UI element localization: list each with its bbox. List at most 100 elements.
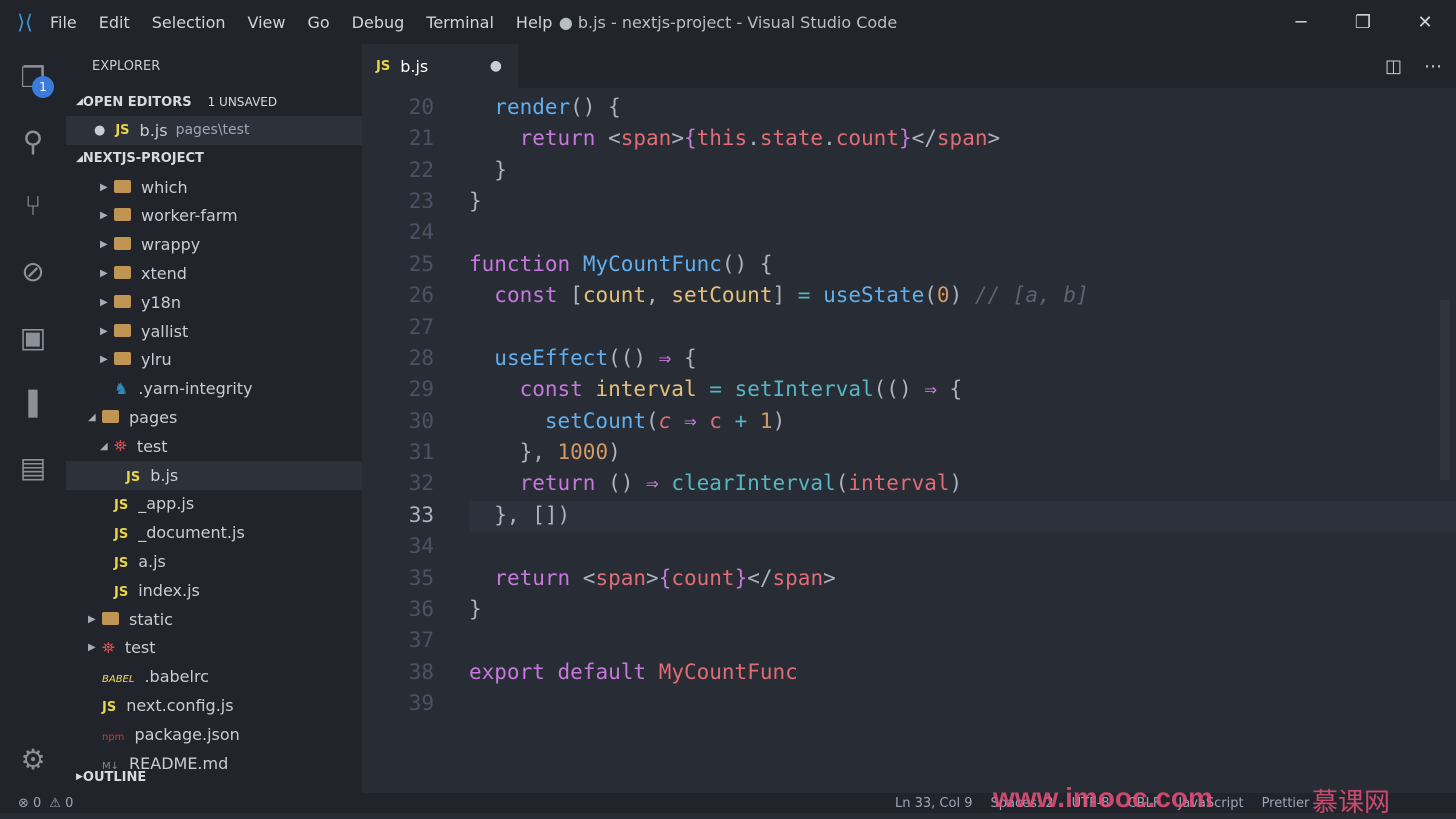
- code-token: render: [494, 95, 571, 119]
- tab-b-js[interactable]: JS b.js ●: [362, 44, 518, 88]
- tree-item[interactable]: ◢ ⛯ test: [66, 432, 362, 461]
- code-token: setCount: [544, 408, 647, 433]
- menu-edit[interactable]: Edit: [99, 13, 130, 32]
- errors-count[interactable]: ⊗ 0: [18, 796, 41, 811]
- code-token: }: [469, 157, 507, 182]
- split-editor-icon[interactable]: ◫: [1385, 56, 1402, 77]
- source-control-icon[interactable]: ⑂: [0, 180, 66, 230]
- tree-item[interactable]: ◢ pages: [66, 403, 362, 432]
- tree-item[interactable]: ▶ which: [66, 173, 362, 202]
- code-token: .: [823, 126, 836, 151]
- menu-file[interactable]: File: [50, 13, 77, 32]
- unsaved-dot-icon[interactable]: ●: [490, 58, 502, 74]
- tree-item-label: a.js: [138, 552, 166, 572]
- tree-item[interactable]: JS _app.js: [66, 490, 362, 519]
- js-file-icon: JS: [114, 556, 129, 572]
- formatter[interactable]: Prettier: [1262, 796, 1310, 811]
- tree-item[interactable]: BABEL .babelrc: [66, 662, 362, 691]
- menu-go[interactable]: Go: [307, 13, 329, 32]
- tree-item[interactable]: JS index.js: [66, 576, 362, 605]
- code-token: </: [747, 565, 773, 590]
- code-token: 1000: [557, 440, 609, 465]
- gear-icon[interactable]: ⚙: [0, 734, 66, 784]
- minimap[interactable]: [1386, 88, 1426, 148]
- cursor-position[interactable]: Ln 33, Col 9: [895, 796, 972, 811]
- editor-scrollbar[interactable]: [1440, 300, 1450, 480]
- code-token: useState: [823, 283, 925, 308]
- twisty-icon: ▶: [100, 325, 108, 337]
- extensions-icon[interactable]: ▣: [0, 312, 66, 362]
- twisty-icon: ▶: [100, 354, 108, 366]
- warnings-count[interactable]: ⚠ 0: [49, 796, 73, 811]
- tree-item[interactable]: JS b.js: [66, 460, 362, 490]
- tree-item[interactable]: JS _document.js: [66, 518, 362, 547]
- code-token: {: [658, 565, 672, 590]
- line-number: 27: [408, 314, 434, 339]
- js-file-icon: JS: [126, 469, 141, 485]
- folder-icon: [114, 322, 141, 341]
- code-token: MyCountFunc: [582, 251, 722, 276]
- close-button[interactable]: ✕: [1394, 0, 1456, 44]
- test-folder-icon: ⛯: [102, 637, 115, 657]
- tab-bar: JS b.js ● ◫ ⋯: [362, 44, 1456, 88]
- tree-item[interactable]: ▶ yallist: [66, 317, 362, 346]
- more-actions-icon[interactable]: ⋯: [1424, 56, 1442, 77]
- tree-item-label: yallist: [141, 321, 189, 341]
- code-line: return () ⇒ clearInterval(interval): [469, 471, 963, 496]
- tree-item-label: .babelrc: [144, 667, 209, 687]
- code-editor[interactable]: 20 render() {21 return <span>{this.state…: [362, 95, 1456, 785]
- tree-item[interactable]: ▶ xtend: [66, 259, 362, 288]
- code-token: count: [582, 283, 647, 308]
- project-manager-icon[interactable]: ▤: [0, 442, 66, 492]
- code-token: return: [519, 126, 596, 151]
- menu-selection[interactable]: Selection: [152, 13, 226, 32]
- debug-icon[interactable]: ⊘: [0, 246, 66, 296]
- tree-item[interactable]: ▶ ⛯ test: [66, 634, 362, 663]
- code-token: }: [734, 565, 748, 590]
- code-token: }: [898, 126, 912, 151]
- code-token: >: [987, 126, 1001, 151]
- tree-item-label: which: [141, 177, 188, 197]
- menu-debug[interactable]: Debug: [352, 13, 405, 32]
- code-token: (: [646, 408, 659, 433]
- code-token: this: [696, 126, 748, 151]
- code-token: interval: [595, 377, 697, 402]
- maximize-button[interactable]: ❐: [1332, 0, 1394, 44]
- code-token: (): [595, 471, 647, 496]
- tree-item[interactable]: ▶ worker-farm: [66, 202, 362, 231]
- tree-item[interactable]: ▶ ylru: [66, 346, 362, 375]
- project-section[interactable]: ◢ NEXTJS-PROJECT: [66, 145, 362, 173]
- code-token: const: [519, 377, 583, 402]
- bookmark-icon[interactable]: ❚: [0, 376, 66, 426]
- outline-section[interactable]: ▶ OUTLINE: [66, 763, 362, 791]
- tree-item[interactable]: ♞ .yarn-integrity: [66, 374, 362, 403]
- open-editor-item[interactable]: ● JS b.js pages\test: [66, 116, 362, 145]
- tree-item[interactable]: JS a.js: [66, 547, 362, 576]
- menu-view[interactable]: View: [248, 13, 286, 32]
- open-editors-section[interactable]: ◢ OPEN EDITORS 1 UNSAVED: [66, 88, 362, 116]
- minimize-button[interactable]: ─: [1270, 0, 1332, 44]
- tree-item[interactable]: ▶ wrappy: [66, 230, 362, 259]
- tree-item[interactable]: ▶ y18n: [66, 288, 362, 317]
- line-number: 31: [408, 440, 434, 465]
- code-token: setCount: [671, 283, 773, 308]
- tree-item[interactable]: JS next.config.js: [66, 691, 362, 720]
- yarn-icon: ♞: [114, 379, 129, 399]
- files-icon[interactable]: ❐: [0, 52, 66, 102]
- tree-item[interactable]: ▶ static: [66, 605, 362, 634]
- file-tree: ▶ which ▶ worker-farm ▶ wrappy ▶ xtend ▶ y18n ▶ yal…: [66, 173, 362, 778]
- code-token: () {: [570, 95, 621, 119]
- search-icon[interactable]: ⚲: [0, 116, 66, 166]
- twisty-icon: ▶: [100, 210, 108, 222]
- menu-help[interactable]: Help: [516, 13, 552, 32]
- code-line: return <span>{this.state.count}</span>: [469, 126, 1001, 151]
- tree-item[interactable]: npm package.json: [66, 720, 362, 749]
- code-token: count: [835, 126, 899, 151]
- menu-terminal[interactable]: Terminal: [426, 13, 494, 32]
- folder-icon: [114, 350, 141, 369]
- code-token: () {: [721, 251, 773, 276]
